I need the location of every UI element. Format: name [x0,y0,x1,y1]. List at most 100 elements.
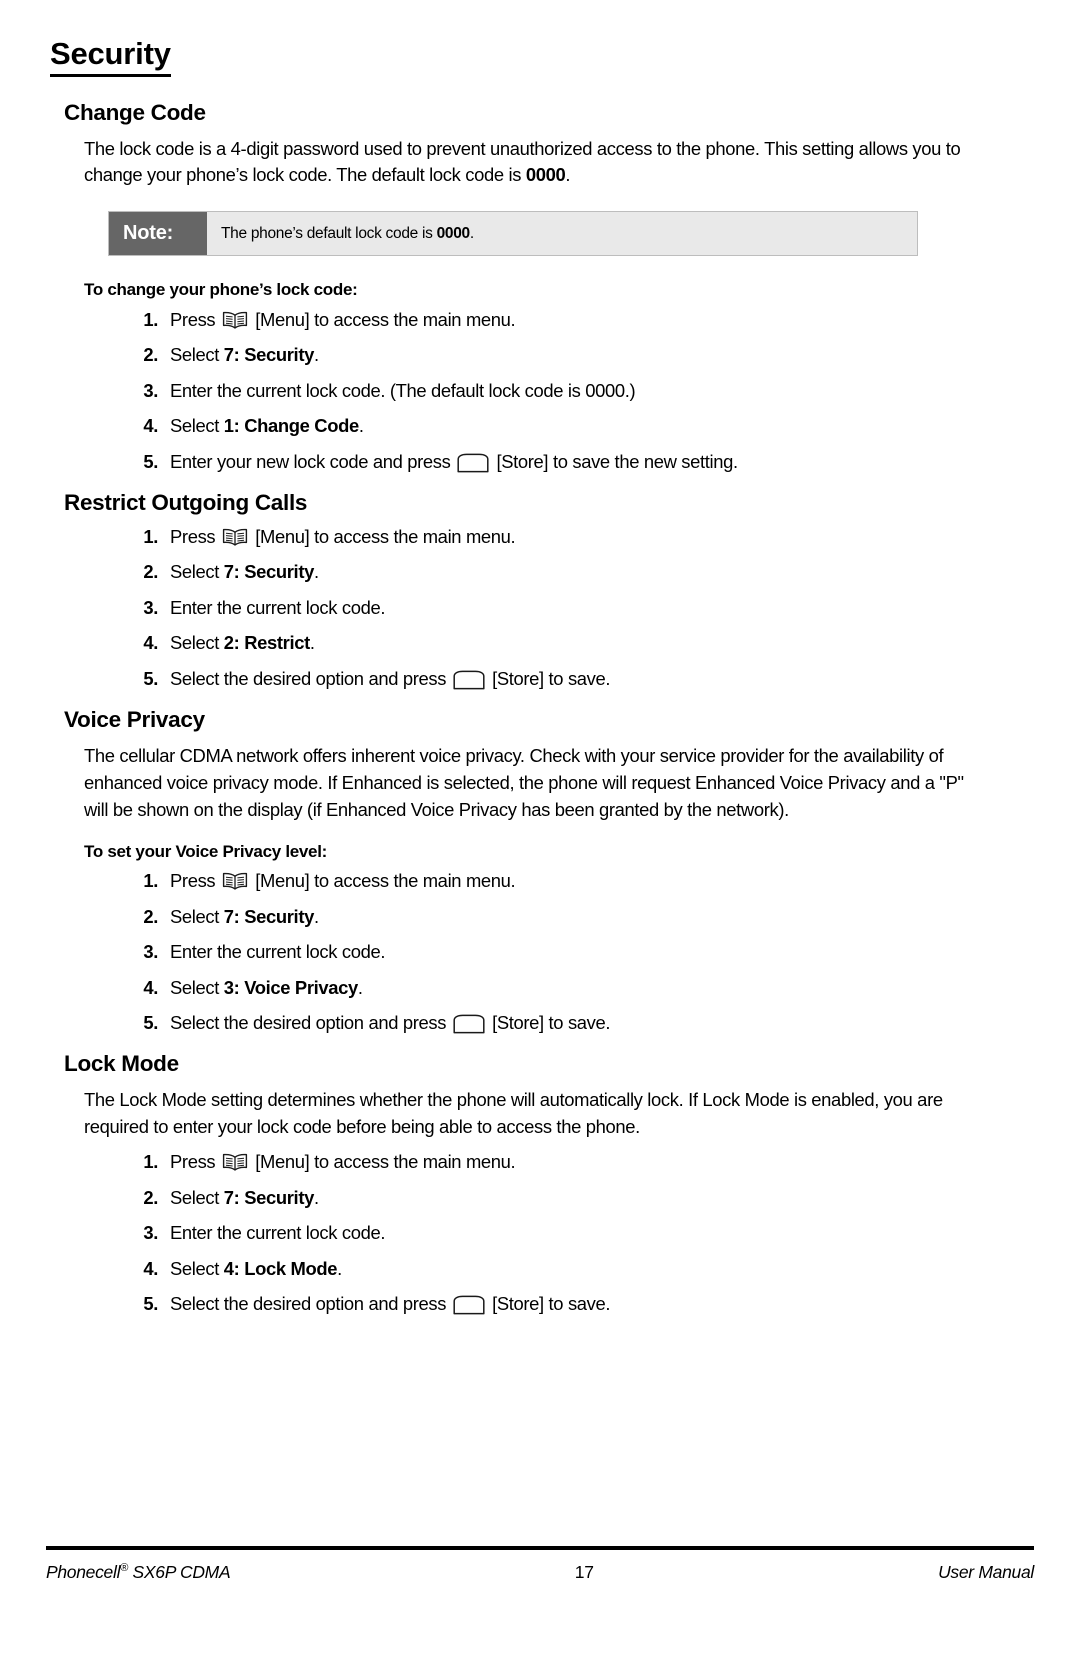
step-text: Enter the current lock code. [170,941,386,963]
step-text: Select 7: Security. [170,906,319,927]
step-text-pre: Press [170,525,216,547]
step-text: Enter the current lock code. (The defaul… [170,379,636,401]
change-code-desc-pre: The lock code is a 4-digit password used… [84,137,961,186]
list-item: 1. Press [Menu] to access the main menu. [46,309,1034,331]
footer-product-name: Phonecell® SX6P CDMA [46,1562,231,1583]
footer-row: Phonecell® SX6P CDMA 17 User Manual [46,1562,1034,1583]
list-item: 1. Press [Menu] to access the main menu. [46,870,1034,892]
step-text-pre: Select [170,415,224,437]
step-text: Select 4: Lock Mode. [170,1258,342,1279]
list-item: 4. Select 4: Lock Mode. [46,1258,1034,1280]
step-text-post: [Menu] to access the main menu. [255,1151,516,1173]
step-text: Select 1: Change Code. [170,415,364,436]
change-code-steps: 1. Press [Menu] to access the main menu. … [46,309,1034,473]
step-text-pre: Press [170,1151,216,1173]
list-item: 2. Select 7: Security. [46,344,1034,366]
step-text-post: [Store] to save. [492,667,611,689]
step-text-pre: Select [170,344,224,366]
change-code-desc-post: . [565,164,571,186]
step-text: Enter your new lock code and press [Store… [170,451,738,472]
step-text: Select the desired option and press [Stor… [170,1292,611,1315]
step-number: 5. [143,1292,158,1314]
step-text-post: [Store] to save the new setting. [496,450,738,472]
step-number: 1. [143,525,158,547]
step-text-post: . [337,1257,342,1279]
step-text-pre: Select [170,1257,224,1279]
section-heading-lock-mode: Lock Mode [64,1051,179,1077]
list-item: 5. Enter your new lock code and press [St… [46,451,1034,473]
voice-privacy-description: The cellular CDMA network offers inheren… [84,745,964,820]
note-label: Note: [109,212,207,256]
footer-brand: Phonecell [46,1562,121,1582]
step-number: 4. [143,415,158,437]
document-page: Security Change Code The lock code is a … [0,0,1080,1669]
step-number: 4. [143,1257,158,1279]
step-menu-path: 1: Change Code [223,415,359,437]
step-number: 4. [143,632,158,654]
step-text-post: . [313,1186,319,1208]
menu-icon [222,1153,248,1172]
step-number: 1. [143,1151,158,1173]
step-text-pre: Select the desired option and press [170,667,447,689]
footer-model: SX6P CDMA [127,1562,231,1582]
step-text: Enter the current lock code. [170,596,386,618]
step-menu-path: 4: Lock Mode [223,1257,338,1279]
list-item: 4. Select 1: Change Code. [46,415,1034,437]
list-item: 2. Select 7: Security. [46,561,1034,583]
step-text: Press [Menu] to access the main menu. [170,525,516,547]
step-text-post: . [309,632,315,654]
footer-divider [46,1546,1034,1550]
step-number: 3. [143,1222,158,1244]
step-number: 2. [143,561,158,583]
list-item: 1. Press [Menu] to access the main menu. [46,526,1034,548]
step-menu-path: 7: Security [223,1186,315,1208]
store-icon [453,1295,485,1315]
note-bold-value: 0000 [436,225,471,243]
store-icon [453,670,485,690]
restrict-steps: 1. Press [Menu] to access the main menu. … [46,526,1034,690]
step-number: 3. [143,941,158,963]
step-text-post: . [313,344,319,366]
lock-mode-description: The Lock Mode setting determines whether… [84,1089,943,1138]
note-box: Note: The phone’s default lock code is 0… [108,211,918,257]
step-text: Select the desired option and press [Stor… [170,667,611,690]
step-text: Select 7: Security. [170,1187,319,1208]
list-item: 2. Select 7: Security. [46,906,1034,928]
step-text-pre: Press [170,308,216,330]
step-text-post: . [313,561,319,583]
change-code-steps-intro: To change your phone’s lock code: [84,280,358,300]
list-item: 2. Select 7: Security. [46,1187,1034,1209]
step-text-pre: Select the desired option and press [170,1012,447,1033]
registered-trademark-icon: ® [120,1562,128,1575]
section-heading-voice-privacy: Voice Privacy [64,707,205,733]
menu-icon [222,872,248,891]
step-text-pre: Select [170,905,224,927]
step-text: Press [Menu] to access the main menu. [170,308,516,330]
step-text: Select 3: Voice Privacy. [170,977,363,998]
step-menu-path: 7: Security [223,905,315,927]
step-menu-path: 7: Security [223,561,315,583]
step-number: 1. [143,308,158,330]
step-number: 2. [143,344,158,366]
section-heading-change-code: Change Code [64,99,206,125]
list-item: 1. Press [Menu] to access the main menu. [46,1151,1034,1173]
step-number: 5. [143,1012,158,1033]
step-text-post: [Store] to save. [492,1292,611,1314]
footer-document-type: User Manual [938,1562,1034,1582]
step-text-post: [Menu] to access the main menu. [255,308,516,330]
list-item: 5. Select the desired option and press [S… [46,1012,1034,1034]
step-text-pre: Select [170,632,224,654]
step-text-pre: Select [170,1186,224,1208]
step-text: Select the desired option and press [Stor… [170,1012,611,1034]
section-heading-restrict-outgoing-calls: Restrict Outgoing Calls [64,489,308,515]
step-text-pre: Select [170,976,224,998]
note-text-pre: The phone’s default lock code is [221,225,437,243]
list-item: 4. Select 3: Voice Privacy. [46,977,1034,999]
voice-privacy-steps-intro: To set your Voice Privacy level: [84,841,327,861]
change-code-description: The lock code is a 4-digit password used… [84,136,974,190]
step-text: Press [Menu] to access the main menu. [170,870,516,891]
step-text: Enter the current lock code. [170,1222,386,1244]
store-icon [457,453,490,473]
step-text: Press [Menu] to access the main menu. [170,1151,516,1173]
list-item: 3. Enter the current lock code. (The def… [46,380,1034,402]
